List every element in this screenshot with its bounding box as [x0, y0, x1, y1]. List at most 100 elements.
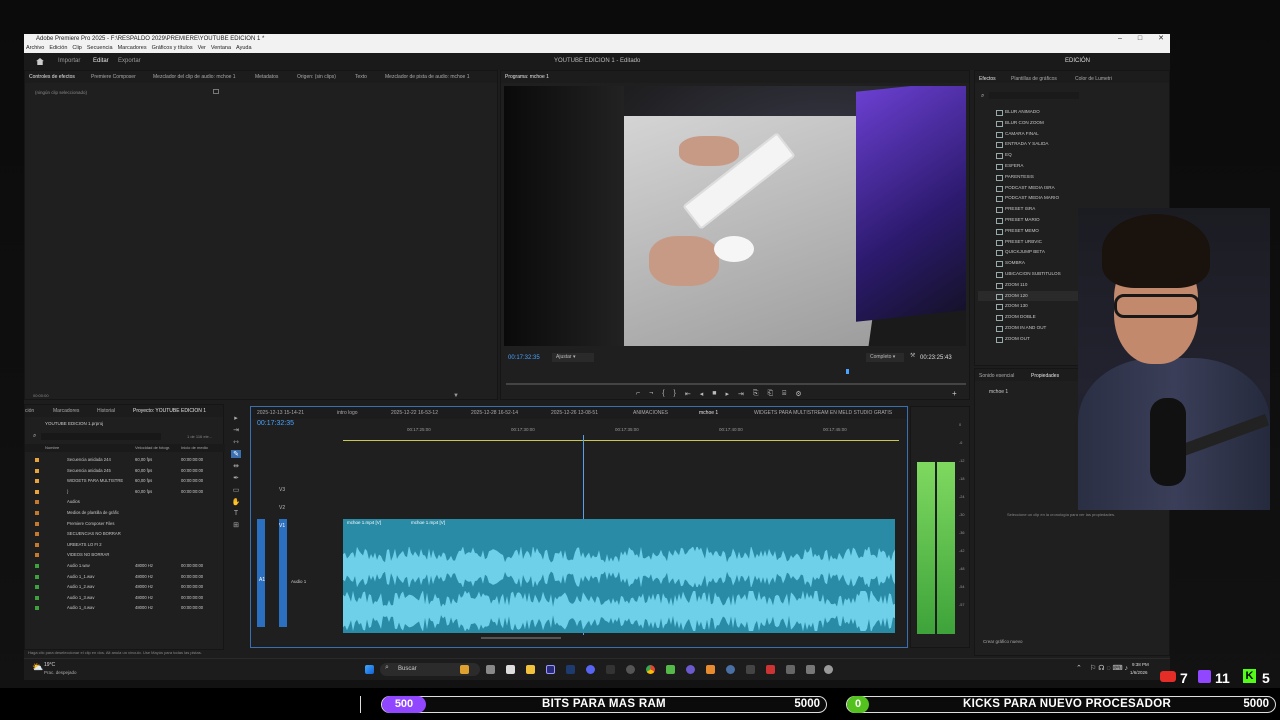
tray-icons[interactable]: ⚐ ☊ ◌ ⌨ ♪	[1090, 664, 1128, 672]
weather-icon[interactable]: ⛅	[32, 662, 43, 673]
lift-icon[interactable]: ⎘	[753, 390, 759, 400]
work-area-bar[interactable]	[343, 440, 899, 441]
col-start[interactable]: Inicio de medio	[181, 444, 208, 452]
label-color-swatch[interactable]	[35, 532, 39, 537]
label-color-swatch[interactable]	[35, 574, 39, 579]
label-color-swatch[interactable]	[35, 553, 39, 558]
project-row[interactable]: Audio 1.wav 48000 Hz 00:00:00:00	[25, 561, 225, 572]
label-color-swatch[interactable]	[35, 563, 39, 568]
menu-edicion[interactable]: Edición	[49, 44, 67, 53]
effect-preset-item[interactable]: EQ	[978, 150, 1150, 161]
app3-icon[interactable]	[686, 665, 695, 674]
effect-preset-item[interactable]: ESFERA	[978, 161, 1150, 172]
app2-icon[interactable]	[666, 665, 675, 674]
tab-premiere-composer[interactable]: Premiere Composer	[91, 71, 136, 83]
label-color-swatch[interactable]	[35, 585, 39, 590]
project-row[interactable]: Audio 1_3.wav 48000 Hz 00:00:00:00	[25, 593, 225, 604]
steam-icon[interactable]	[626, 665, 635, 674]
effect-preset-item[interactable]: PODCAST MEDIA MARIO	[978, 193, 1150, 204]
project-row[interactable]: Audio 1_1.wav 48000 Hz 00:00:00:00	[25, 572, 225, 583]
project-row[interactable]: Secuencia anidada 244 60,00 fps 00:00:00:0…	[25, 455, 225, 466]
label-color-swatch[interactable]	[35, 606, 39, 611]
stop-icon[interactable]: ■	[712, 390, 716, 400]
search-icon[interactable]: ⌕	[981, 93, 984, 100]
sequence-tab[interactable]: 2025-12-13 15-14-21	[257, 407, 304, 419]
menu-secuencia[interactable]: Secuencia	[87, 44, 113, 53]
task-view-icon[interactable]	[486, 665, 495, 674]
sequence-tab[interactable]: WIDGETS PARA MULTISTREAM EN MELD STUDIO …	[754, 407, 892, 419]
v1-target[interactable]	[257, 519, 265, 627]
sequence-tab[interactable]: ANIMACIONES	[633, 407, 668, 419]
tab-essential-sound[interactable]: Sonido esencial	[979, 370, 1014, 381]
back-frame-icon[interactable]: ◂	[700, 390, 704, 400]
tab-metadata[interactable]: Metadatos	[255, 71, 278, 83]
program-scrub-bar[interactable]	[506, 383, 966, 385]
label-color-swatch[interactable]	[35, 500, 39, 505]
tab-importar[interactable]: Importar	[58, 53, 80, 70]
menu-ver[interactable]: Ver	[198, 44, 206, 53]
clock-time[interactable]: 9:38 PM	[1132, 662, 1149, 667]
project-row[interactable]: Audios	[25, 497, 225, 508]
app7-icon[interactable]	[766, 665, 775, 674]
premiere-icon[interactable]	[546, 665, 555, 674]
discord-icon[interactable]	[586, 665, 595, 674]
project-row[interactable]: Audio 1_2.wav 48000 Hz 00:00:00:00	[25, 582, 225, 593]
tab-text[interactable]: Texto	[355, 71, 367, 83]
track-v3[interactable]: V3	[279, 487, 285, 493]
tab-graphics-templates[interactable]: Plantillas de gráficos	[1011, 73, 1057, 83]
project-row[interactable]: } 60,00 fps 00:00:00:00	[25, 487, 225, 498]
filter-icon[interactable]: ▼	[453, 393, 459, 399]
effect-preset-item[interactable]: BLUR ANIMADO	[978, 107, 1150, 118]
maximize-icon[interactable]: □	[1138, 34, 1142, 44]
label-color-swatch[interactable]	[35, 510, 39, 515]
go-to-in-icon[interactable]: {	[662, 390, 664, 400]
tab-effects[interactable]: Efectos	[979, 73, 996, 83]
home-icon[interactable]	[36, 58, 44, 65]
menu-clip[interactable]: Clip	[72, 44, 81, 53]
menu-archivo[interactable]: Archivo	[26, 44, 44, 53]
mark-out-icon[interactable]: ¬	[649, 390, 653, 400]
menu-graficos[interactable]: Gráficos y títulos	[152, 44, 193, 53]
project-search-input[interactable]	[41, 433, 161, 440]
play-icon[interactable]: ▸	[726, 390, 730, 400]
minimize-icon[interactable]: –	[1118, 34, 1122, 44]
obs-icon[interactable]	[606, 665, 615, 674]
sequence-tab[interactable]: 2025-12-28 16-52-14	[471, 407, 518, 419]
label-color-swatch[interactable]	[35, 542, 39, 547]
timeline-ruler[interactable]: 00:17:25:00 00:17:30:00 00:17:35:00 00:17:4…	[343, 427, 899, 437]
project-search-icon[interactable]: ⌕	[33, 433, 36, 440]
create-graphic-button[interactable]: Crear gráfico nuevo	[983, 639, 1023, 644]
pen-tool-icon[interactable]: ✒	[233, 474, 239, 482]
rectangle-tool-icon[interactable]: ▭	[233, 486, 240, 494]
tab-markers[interactable]: Marcadores	[53, 405, 79, 417]
selection-tool-icon[interactable]: ▸	[234, 414, 238, 422]
workspace-edicion[interactable]: EDICIÓN	[1065, 53, 1090, 70]
effect-preset-item[interactable]: ENTRADA Y SALIDA	[978, 139, 1150, 150]
effect-preset-item[interactable]: PODCAST MEDIA ISRA	[978, 183, 1150, 194]
a1-target[interactable]	[279, 519, 287, 627]
project-row[interactable]: Medios de plantilla de gráfic	[25, 508, 225, 519]
project-row[interactable]: SECUENCIAS NO BORRAR	[25, 529, 225, 540]
project-row[interactable]: Secuencia anidada 245 60,00 fps 00:00:00:0…	[25, 466, 225, 477]
start-icon[interactable]	[365, 665, 374, 674]
clock-date[interactable]: 1/6/2026	[1130, 670, 1148, 675]
program-title[interactable]: Programa: mchoe 1	[505, 71, 549, 83]
app8-icon[interactable]	[786, 665, 795, 674]
app-icon[interactable]	[506, 665, 515, 674]
track-v2[interactable]: V2	[279, 505, 285, 511]
timeline-timecode[interactable]: 00:17:32:35	[257, 420, 294, 427]
app10-icon[interactable]	[824, 665, 833, 674]
effect-preset-item[interactable]: BLUR CON ZOOM	[978, 118, 1150, 129]
menu-ventana[interactable]: Ventana	[211, 44, 231, 53]
timeline-zoom-scrollbar[interactable]	[481, 637, 561, 639]
chrome-icon[interactable]	[646, 665, 655, 674]
effect-preset-item[interactable]: PARENTESIS	[978, 172, 1150, 183]
tab-clip-audio-mixer[interactable]: Mezclador del clip de audio: mchoe 1	[153, 71, 236, 83]
sequence-tab[interactable]: intro logo	[337, 407, 358, 419]
sequence-tab[interactable]: 2025-12-22 16-53-12	[391, 407, 438, 419]
project-row[interactable]: Premiere Composer Files	[25, 519, 225, 530]
app9-icon[interactable]	[806, 665, 815, 674]
sequence-tab[interactable]: mchoe 1	[699, 407, 718, 419]
settings-icon[interactable]: ⚙	[795, 390, 801, 400]
tab-properties[interactable]: Propiedades	[1031, 370, 1059, 381]
